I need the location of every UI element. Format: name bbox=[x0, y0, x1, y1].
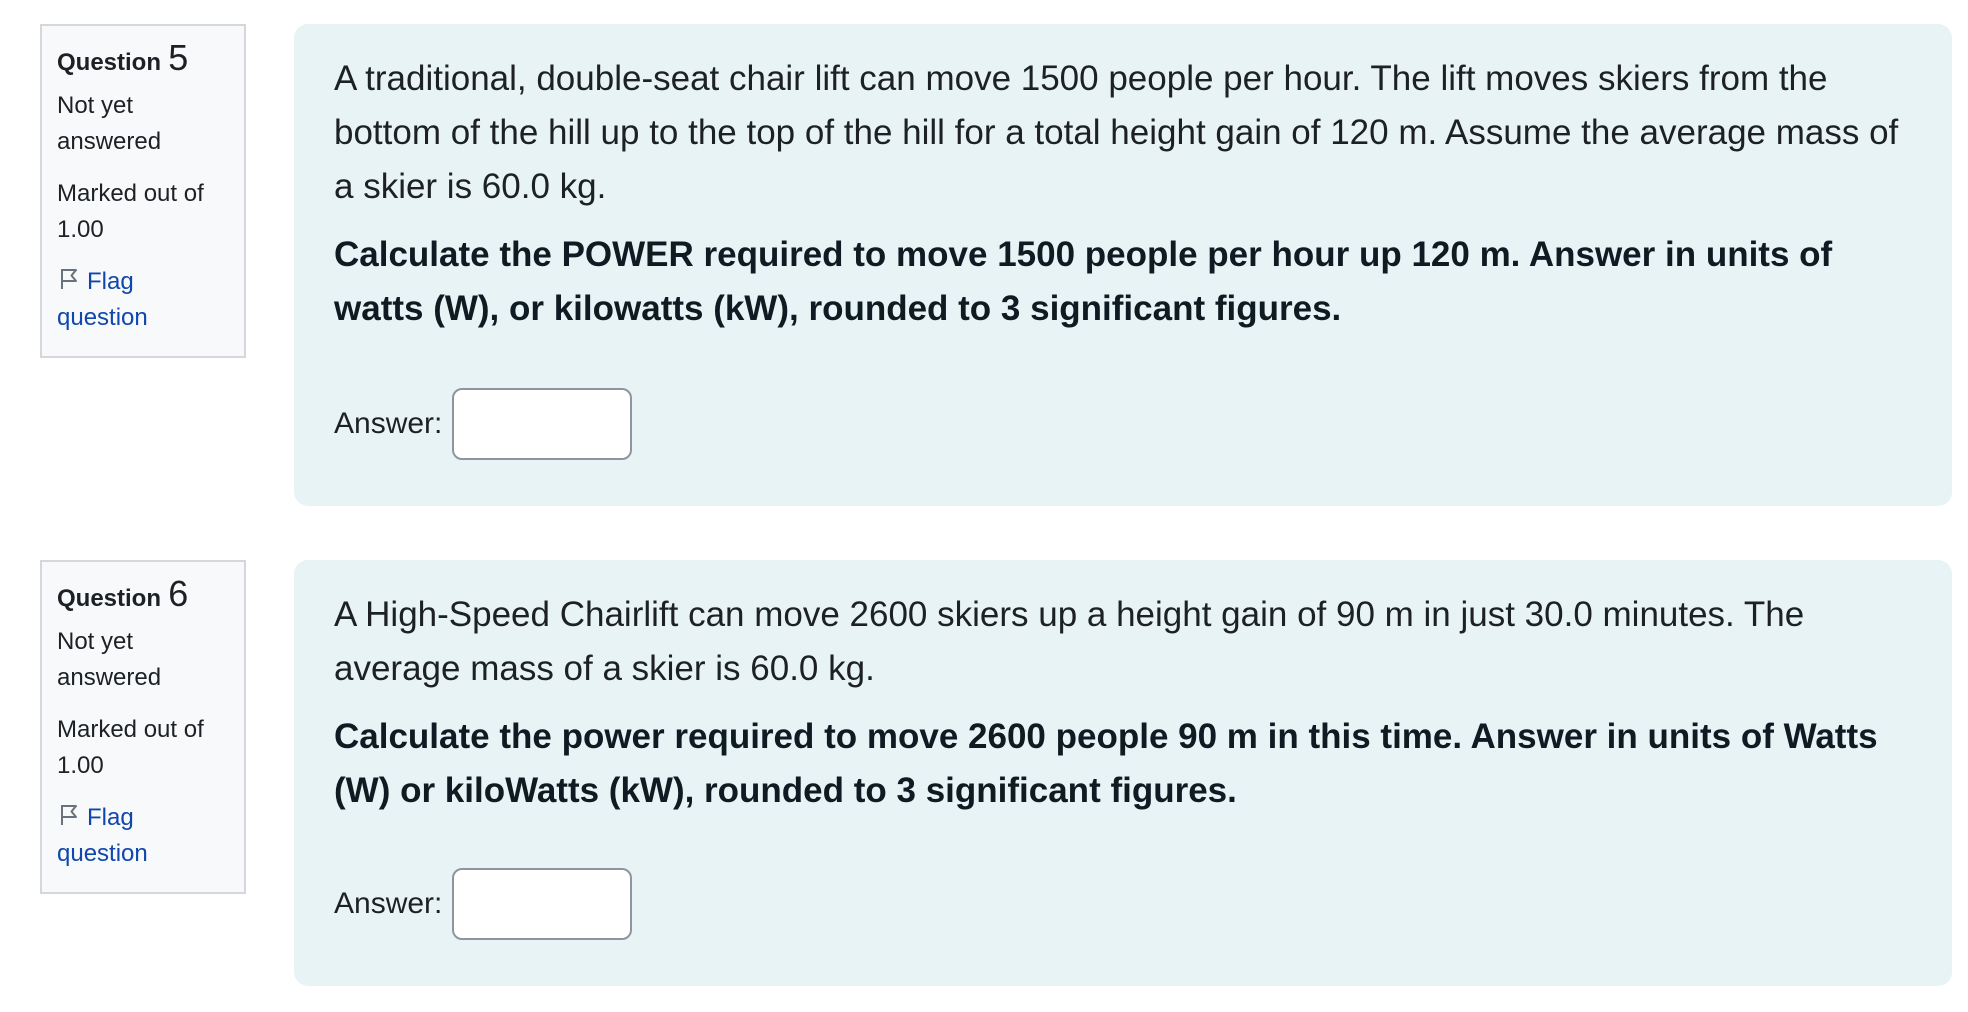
question-label: Question bbox=[57, 49, 162, 76]
flag-question-link[interactable]: Flag question bbox=[57, 800, 230, 872]
answer-input[interactable] bbox=[452, 388, 633, 460]
question-number: Question 6 bbox=[57, 576, 230, 616]
answer-label: Answer: bbox=[334, 887, 443, 920]
question-state: Not yet answered bbox=[57, 628, 162, 691]
answer-label: Answer: bbox=[334, 407, 443, 440]
question-grade: Marked out of 1.00 bbox=[57, 180, 204, 243]
flag-icon bbox=[61, 805, 77, 825]
question-number-value: 6 bbox=[168, 573, 189, 614]
question-text: A High-Speed Chairlift can move 2600 ski… bbox=[334, 595, 1805, 688]
answer-row: Answer: bbox=[334, 868, 633, 940]
flag-icon bbox=[61, 269, 77, 289]
answer-input[interactable] bbox=[452, 868, 633, 940]
question-prompt: Calculate the power required to move 260… bbox=[334, 717, 1878, 810]
question-info: Question 5 Not yet answered Marked out o… bbox=[40, 24, 246, 358]
question-info: Question 6 Not yet answered Marked out o… bbox=[40, 560, 246, 894]
question-number-value: 5 bbox=[168, 37, 189, 78]
question-number: Question 5 bbox=[57, 40, 230, 80]
question-content: A High-Speed Chairlift can move 2600 ski… bbox=[294, 560, 1952, 986]
question-grade: Marked out of 1.00 bbox=[57, 716, 204, 779]
question-prompt: Calculate the POWER required to move 150… bbox=[334, 235, 1833, 328]
flag-question-link[interactable]: Flag question bbox=[57, 264, 230, 336]
question-text: A traditional, double-seat chair lift ca… bbox=[334, 59, 1899, 206]
question-content: A traditional, double-seat chair lift ca… bbox=[294, 24, 1952, 506]
question-state: Not yet answered bbox=[57, 92, 162, 155]
question-label: Question bbox=[57, 585, 162, 612]
answer-row: Answer: bbox=[334, 388, 633, 460]
